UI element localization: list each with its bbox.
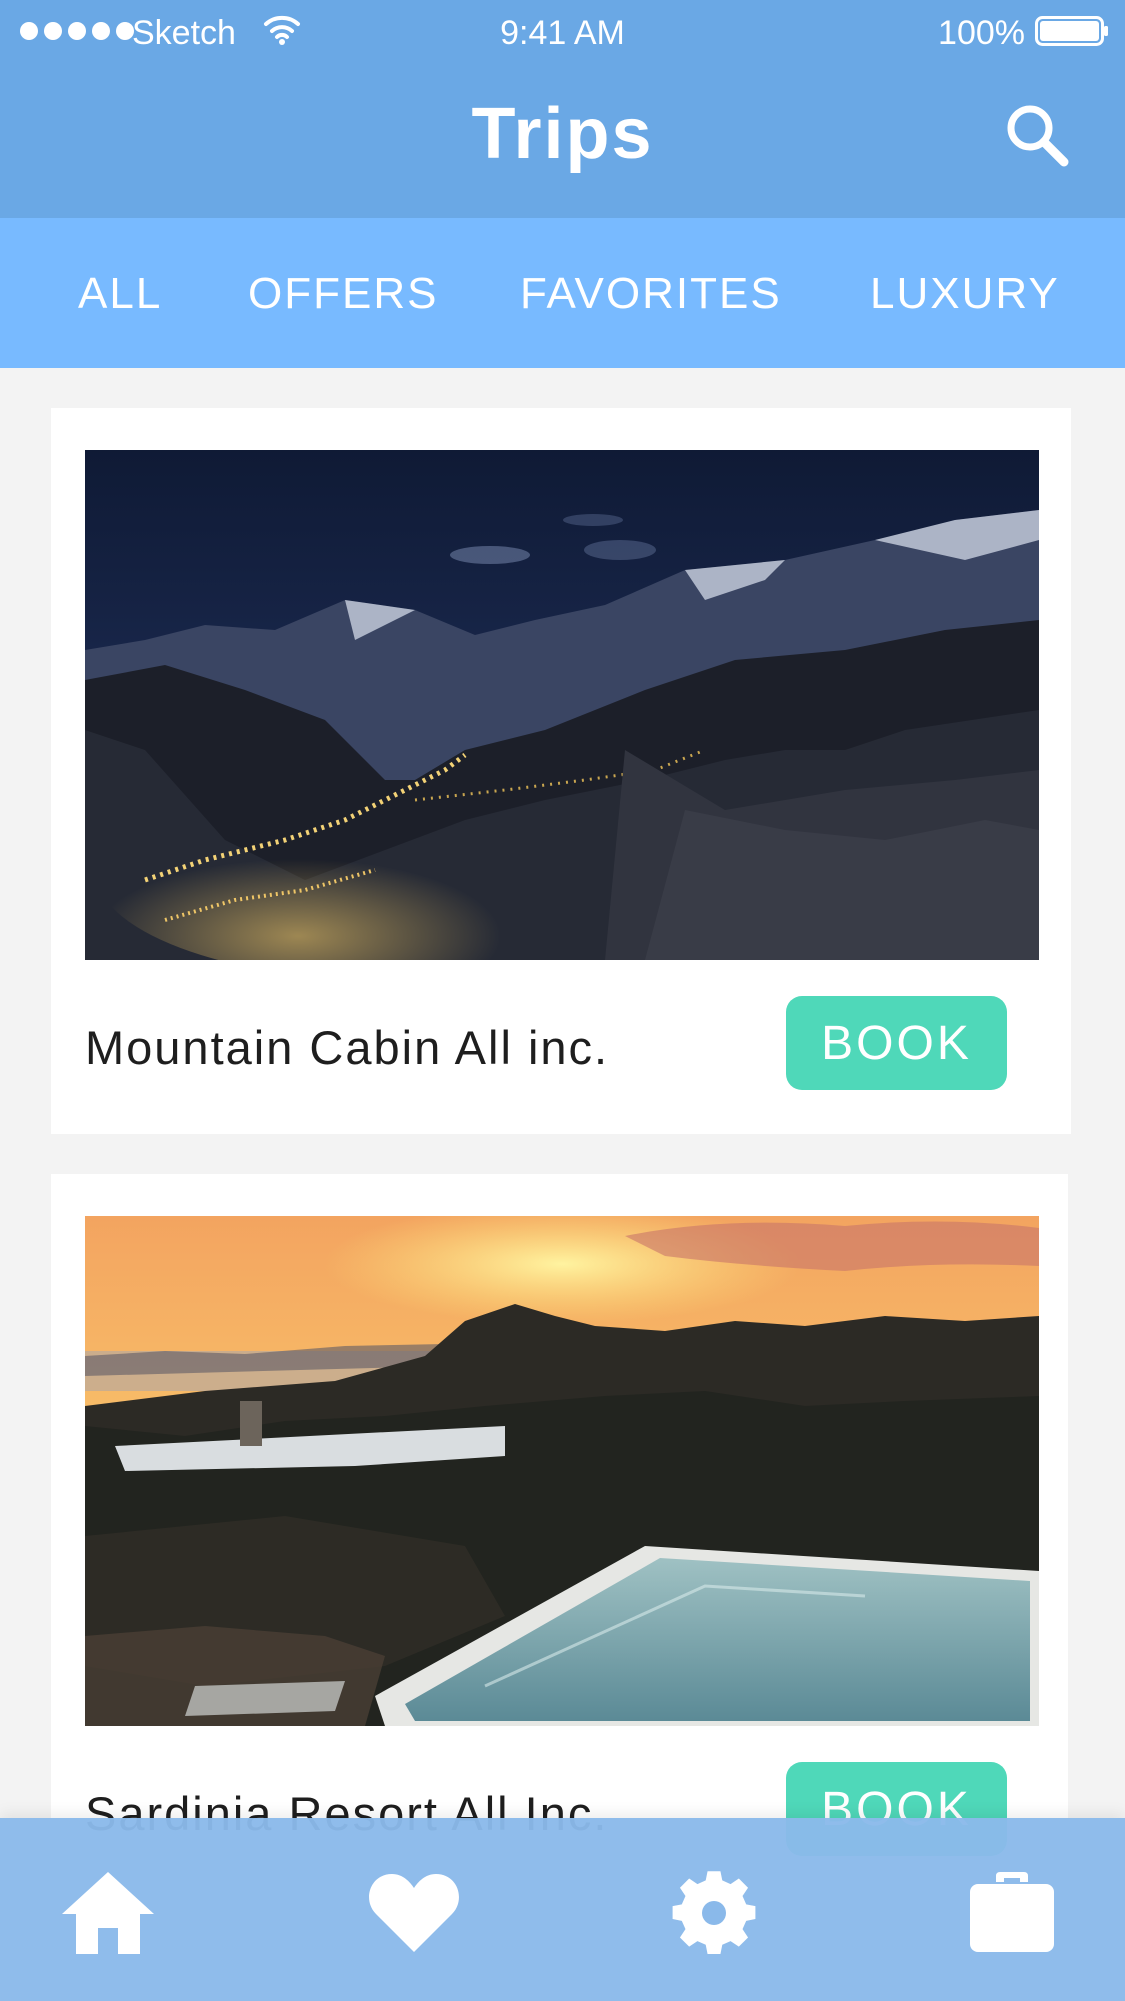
trip-photo-sardinia[interactable] xyxy=(85,1216,1039,1726)
tab-luxury[interactable]: LUXURY xyxy=(870,266,1060,322)
tab-offers[interactable]: OFFERS xyxy=(248,266,438,322)
briefcase-icon[interactable] xyxy=(964,1870,1060,1956)
trip-title: Mountain Cabin All inc. xyxy=(85,1021,610,1074)
battery-percentage: 100% xyxy=(938,14,1025,52)
search-icon[interactable] xyxy=(1002,100,1072,170)
mountain-night-image xyxy=(85,450,1039,960)
tab-all[interactable]: ALL xyxy=(78,266,162,322)
sunset-resort-image xyxy=(85,1216,1039,1726)
tab-favorites[interactable]: FAVORITES xyxy=(520,266,782,322)
heart-icon[interactable] xyxy=(366,1870,462,1956)
trip-card[interactable]: Mountain Cabin All inc. BOOK xyxy=(51,408,1071,1134)
gear-icon[interactable] xyxy=(666,1870,762,1956)
home-icon[interactable] xyxy=(60,1870,156,1956)
bottom-tab-bar xyxy=(0,1818,1125,2001)
book-button[interactable]: BOOK xyxy=(786,996,1007,1090)
trip-photo-mountain[interactable] xyxy=(85,450,1039,960)
page-title: Trips xyxy=(471,94,654,174)
status-bar: Sketch 9:41 AM 100% xyxy=(0,0,1125,66)
battery-icon xyxy=(1035,16,1108,46)
app-header: Sketch 9:41 AM 100% Trips xyxy=(0,0,1125,218)
category-tabs: ALL OFFERS FAVORITES LUXURY xyxy=(0,218,1125,368)
